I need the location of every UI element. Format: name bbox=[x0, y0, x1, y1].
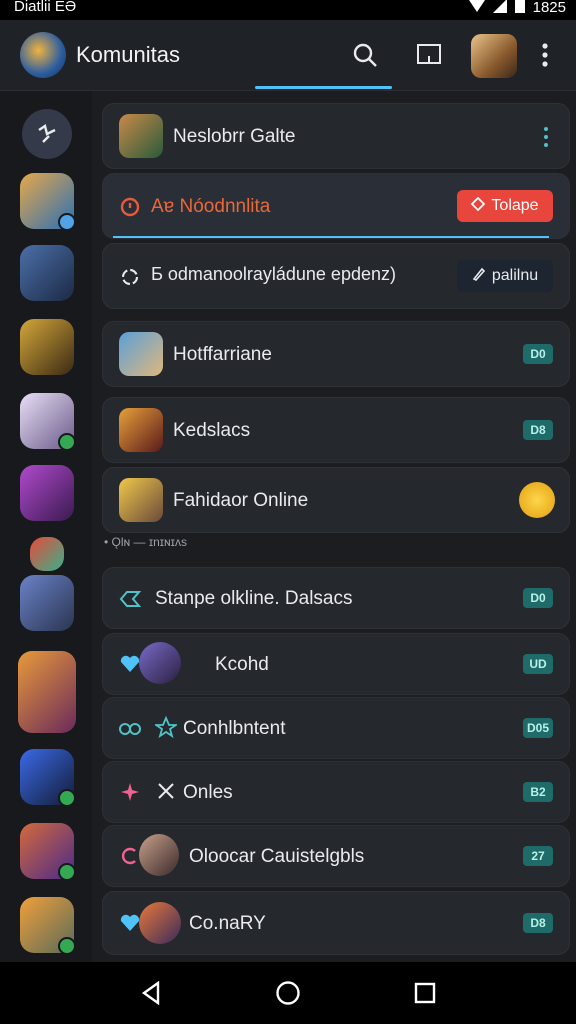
edit-icon bbox=[472, 267, 486, 286]
count-badge: 27 bbox=[523, 846, 553, 866]
list-item[interactable]: Onles B2 bbox=[102, 761, 570, 823]
link-icon bbox=[117, 716, 143, 742]
avatar bbox=[139, 834, 179, 876]
item-label: Neslobrr Galte bbox=[173, 126, 296, 147]
thumbnail bbox=[119, 332, 163, 376]
progress-line bbox=[113, 236, 549, 238]
channel-list: Neslobrr Galte Aɐ Nóodnnlita Tolape Ƃ od… bbox=[100, 91, 570, 962]
reward-icon[interactable] bbox=[519, 482, 555, 518]
thumbnail bbox=[119, 114, 163, 158]
action-label: Tolape bbox=[491, 197, 539, 214]
list-item[interactable]: Hotffarriane D0 bbox=[102, 321, 570, 387]
list-item[interactable]: Stanpe olkline. Dalsacs D0 bbox=[102, 567, 570, 629]
action-button[interactable]: Tolape bbox=[457, 190, 553, 222]
settings-icon bbox=[117, 264, 143, 290]
server-rail bbox=[0, 91, 92, 962]
list-item[interactable]: Kcohd UD bbox=[102, 633, 570, 695]
clock: 1825 bbox=[532, 0, 566, 16]
item-label: Co.naRY bbox=[189, 913, 266, 934]
more-icon[interactable] bbox=[543, 126, 549, 153]
server-icon-5[interactable] bbox=[20, 465, 74, 521]
server-icon-4[interactable] bbox=[20, 393, 76, 451]
item-label: Stanpe olkline. Dalsacs bbox=[155, 588, 353, 609]
search-icon[interactable] bbox=[348, 38, 382, 72]
list-item[interactable]: Ƃ odmanoolrayládune epdenz) palilnu bbox=[102, 243, 570, 309]
thumbnail bbox=[119, 408, 163, 452]
list-item-highlighted[interactable]: Aɐ Nóodnnlita Tolape bbox=[102, 173, 570, 239]
list-item[interactable]: Neslobrr Galte bbox=[102, 103, 570, 169]
new-window-icon[interactable] bbox=[412, 38, 446, 72]
profile-avatar[interactable] bbox=[471, 34, 517, 78]
item-label: Ƃ odmanoolrayládune epdenz) bbox=[151, 264, 396, 284]
server-icon-1[interactable] bbox=[20, 173, 76, 231]
item-label: Kedslacs bbox=[173, 420, 251, 441]
status-icons: 1825 bbox=[468, 0, 566, 17]
list-item[interactable]: Kedslacs D8 bbox=[102, 397, 570, 463]
wifi-icon bbox=[468, 0, 485, 17]
item-label: Fahidaor Online bbox=[173, 490, 309, 511]
list-item[interactable]: Oloocar Cauistelgbls 27 bbox=[102, 825, 570, 887]
server-icon-11[interactable] bbox=[20, 897, 76, 955]
list-item[interactable]: Fahidaor Online bbox=[102, 467, 570, 533]
server-icon-6[interactable] bbox=[30, 537, 64, 571]
recents-icon[interactable] bbox=[410, 978, 440, 1008]
home-server-icon[interactable] bbox=[22, 109, 72, 159]
server-icon-8[interactable] bbox=[18, 651, 76, 733]
section-header: • Ǫlɴ — ɪnɪɴɪʌs bbox=[104, 535, 187, 549]
count-badge: D0 bbox=[523, 344, 553, 364]
carrier-text: Diatlii ЀƏ bbox=[14, 0, 77, 15]
list-item[interactable]: Conhlbntent D05 bbox=[102, 697, 570, 759]
status-bar: Diatlii ЀƏ 1825 bbox=[0, 0, 576, 20]
system-nav-bar bbox=[0, 962, 576, 1024]
count-badge: D0 bbox=[523, 588, 553, 608]
item-label: Hotffarriane bbox=[173, 344, 272, 365]
count-badge: D05 bbox=[523, 718, 553, 738]
back-icon[interactable] bbox=[136, 978, 166, 1008]
tag-icon bbox=[471, 196, 486, 216]
secondary-button[interactable]: palilnu bbox=[457, 260, 553, 292]
list-item[interactable]: Co.naRY D8 bbox=[102, 891, 570, 955]
count-badge: B2 bbox=[523, 782, 553, 802]
server-icon-7[interactable] bbox=[20, 575, 74, 631]
cross-icon bbox=[157, 782, 175, 805]
button-label: palilnu bbox=[491, 267, 539, 284]
item-label: Oloocar Cauistelgbls bbox=[189, 846, 365, 867]
community-avatar[interactable] bbox=[20, 32, 66, 78]
server-icon-2[interactable] bbox=[20, 245, 74, 301]
thumbnail bbox=[119, 478, 163, 522]
item-label: Conhlbntent bbox=[183, 718, 286, 739]
item-label: Onles bbox=[183, 782, 233, 803]
item-label: Kcohd bbox=[215, 654, 269, 675]
item-label: Aɐ Nóodnnlita bbox=[151, 196, 271, 217]
home-icon[interactable] bbox=[273, 978, 303, 1008]
more-icon[interactable] bbox=[528, 38, 562, 72]
server-icon-10[interactable] bbox=[20, 823, 76, 881]
avatar bbox=[139, 902, 181, 944]
page-title: Komunitas bbox=[76, 42, 180, 67]
app-bar: Komunitas bbox=[0, 20, 576, 91]
channel-icon bbox=[117, 586, 143, 612]
count-badge: D8 bbox=[523, 420, 553, 440]
alert-icon bbox=[117, 194, 143, 220]
signal-icon bbox=[492, 0, 507, 17]
avatar bbox=[139, 642, 181, 684]
server-icon-9[interactable] bbox=[20, 749, 76, 807]
battery-icon bbox=[514, 0, 525, 17]
count-badge: UD bbox=[523, 654, 553, 674]
count-badge: D8 bbox=[523, 913, 553, 933]
sparkle-icon bbox=[117, 779, 143, 805]
server-icon-3[interactable] bbox=[20, 319, 74, 375]
tab-indicator bbox=[255, 86, 392, 89]
star-icon bbox=[153, 715, 179, 743]
